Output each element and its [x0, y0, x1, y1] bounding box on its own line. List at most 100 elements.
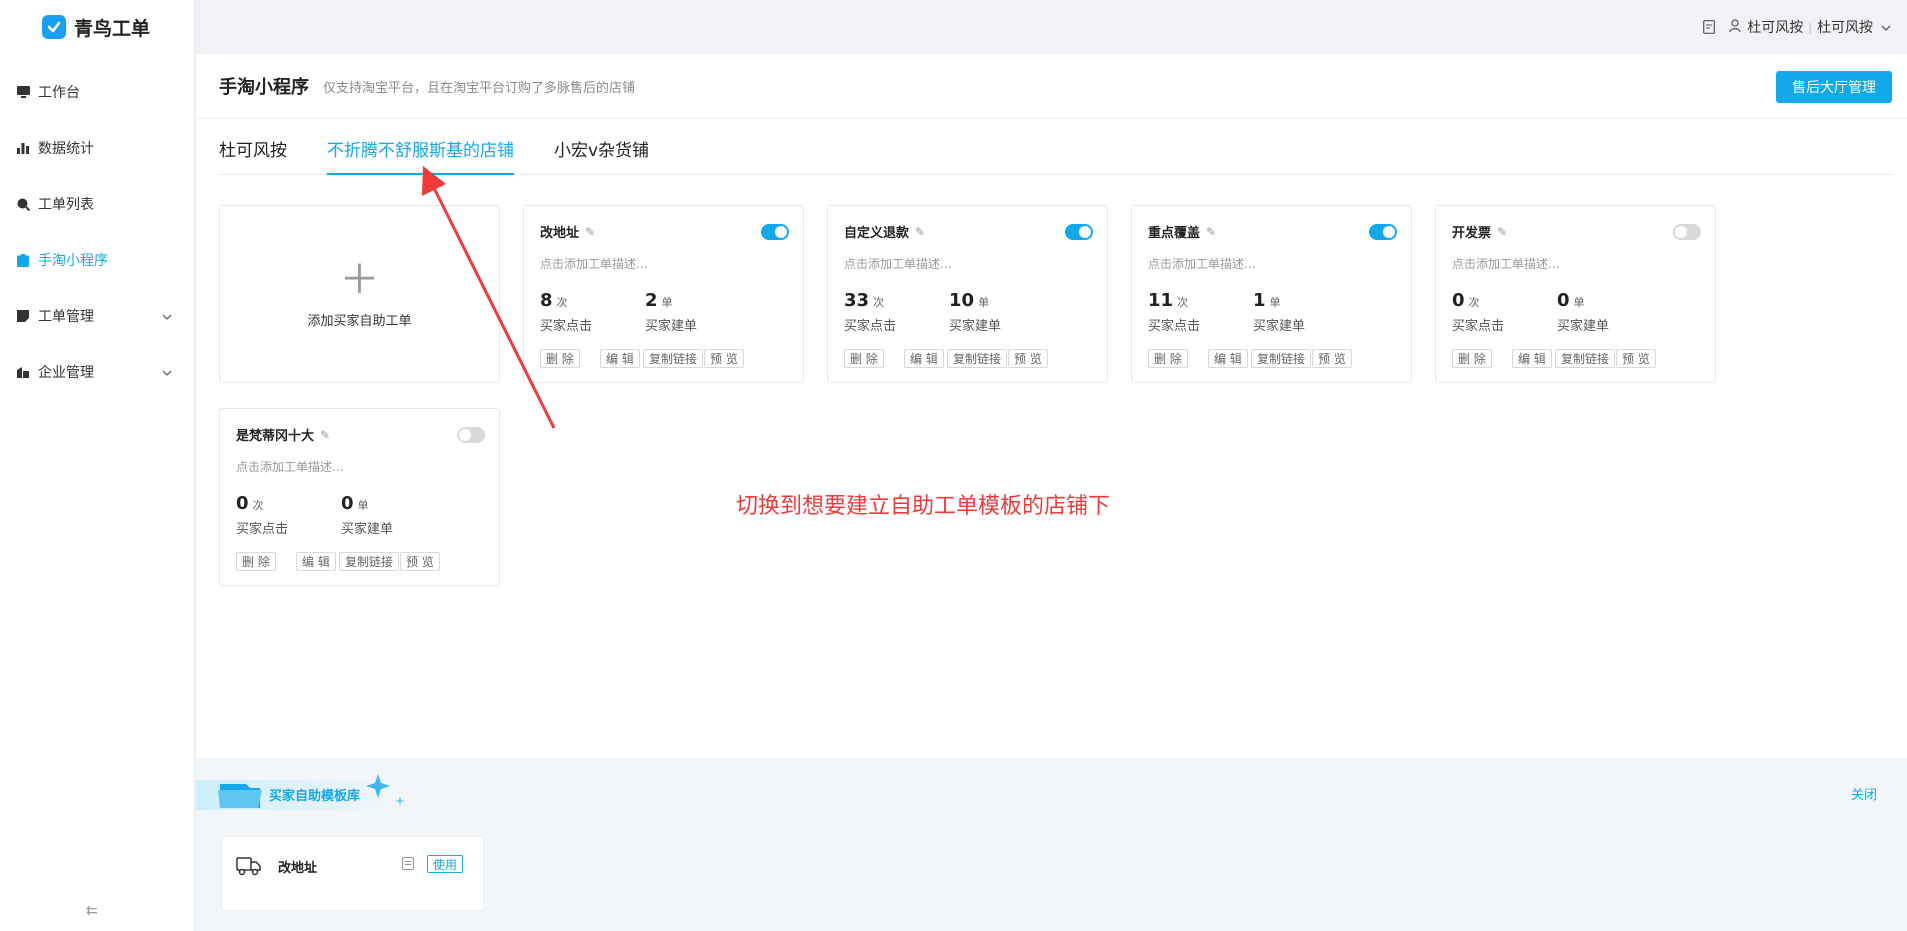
card-description[interactable]: 点击添加工单描述...	[844, 255, 951, 272]
app-name: 青鸟工单	[74, 17, 151, 40]
orders-unit: 单	[661, 296, 673, 309]
store-name: 杜可风按	[1817, 20, 1873, 36]
edit-button[interactable]: 编 辑	[1512, 349, 1552, 368]
tab-store[interactable]: 杜可风按	[219, 136, 287, 174]
sidebar-item-statistics[interactable]: 数据统计	[0, 120, 194, 176]
tab-store[interactable]: 小宏v杂货铺	[554, 136, 649, 174]
delete-button[interactable]: 删 除	[236, 552, 276, 571]
clicks-stat: 33 次买家点击	[844, 290, 896, 334]
clicks-label: 买家点击	[1452, 319, 1505, 334]
edit-pencil-icon[interactable]: ✎	[1206, 225, 1216, 239]
sidebar-item-enterprise-management[interactable]: 企业管理	[0, 344, 194, 400]
preview-button[interactable]: 预 览	[704, 349, 744, 368]
template-detail-icon[interactable]	[402, 857, 414, 874]
template-library-title: 买家自助模板库	[269, 789, 361, 804]
delete-button[interactable]: 删 除	[1148, 349, 1188, 368]
edit-pencil-icon[interactable]: ✎	[320, 428, 330, 442]
add-ticket-card[interactable]: ＋ 添加买家自助工单	[219, 205, 500, 383]
copy-link-button[interactable]: 复制链接	[339, 552, 400, 571]
preview-button[interactable]: 预 览	[1008, 349, 1048, 368]
sidebar: 青鸟工单 工作台 数据统计 工单列表 手淘小程序 工单管理 企业管理 ⇇	[0, 0, 195, 931]
edit-pencil-icon[interactable]: ✎	[915, 225, 925, 239]
document-icon[interactable]	[1703, 20, 1716, 34]
enable-toggle[interactable]	[1065, 224, 1093, 240]
close-library-button[interactable]: 关闭	[1851, 784, 1877, 803]
edit-button[interactable]: 编 辑	[296, 552, 336, 571]
separator: |	[1808, 20, 1812, 34]
user-menu[interactable]: 杜可风按 | 杜可风按	[1729, 17, 1891, 37]
delete-button[interactable]: 删 除	[844, 349, 884, 368]
after-sales-hall-button[interactable]: 售后大厅管理	[1776, 71, 1892, 103]
clicks-unit: 次	[252, 499, 264, 512]
note-icon	[16, 309, 30, 323]
page-header: 手淘小程序 仅支持淘宝平台，且在淘宝平台订购了多脉售后的店铺 售后大厅管理	[196, 54, 1907, 119]
preview-button[interactable]: 预 览	[400, 552, 440, 571]
card-title: 重点覆盖 ✎	[1148, 222, 1216, 242]
clicks-value: 0	[1452, 290, 1465, 311]
orders-label: 买家建单	[1557, 319, 1610, 334]
edit-pencil-icon[interactable]: ✎	[1497, 225, 1507, 239]
clicks-label: 买家点击	[1148, 319, 1201, 334]
clicks-value: 11	[1148, 290, 1174, 311]
card-description[interactable]: 点击添加工单描述...	[540, 255, 647, 272]
copy-link-button[interactable]: 复制链接	[1251, 349, 1312, 368]
copy-link-button[interactable]: 复制链接	[947, 349, 1008, 368]
enable-toggle[interactable]	[457, 427, 485, 443]
app-logo[interactable]: 青鸟工单	[0, 0, 194, 54]
card-title-text: 重点覆盖	[1148, 226, 1201, 241]
chevron-down-icon	[162, 308, 172, 324]
annotation-text: 切换到想要建立自助工单模板的店铺下	[736, 494, 1111, 519]
clicks-value: 33	[844, 290, 870, 311]
edit-button[interactable]: 编 辑	[600, 349, 640, 368]
ticket-card: 是梵蒂冈十大 ✎ 点击添加工单描述... 0 次买家点击 0 单买家建单 删 除 编 …	[219, 408, 500, 586]
edit-button[interactable]: 编 辑	[1208, 349, 1248, 368]
enable-toggle[interactable]	[1673, 224, 1701, 240]
copy-link-button[interactable]: 复制链接	[643, 349, 704, 368]
card-title-text: 是梵蒂冈十大	[236, 429, 315, 444]
edit-pencil-icon[interactable]: ✎	[585, 225, 595, 239]
sidebar-item-workbench[interactable]: 工作台	[0, 64, 194, 120]
orders-unit: 单	[978, 296, 990, 309]
card-actions: 删 除 编 辑 复制链接 预 览	[540, 349, 789, 369]
clicks-stat: 0 次买家点击	[236, 493, 288, 537]
card-description[interactable]: 点击添加工单描述...	[236, 458, 343, 475]
card-title: 自定义退款 ✎	[844, 222, 925, 242]
building-icon	[16, 365, 30, 379]
delete-button[interactable]: 删 除	[540, 349, 580, 368]
use-template-button[interactable]: 使用	[427, 855, 464, 873]
sidebar-nav: 工作台 数据统计 工单列表 手淘小程序 工单管理 企业管理	[0, 64, 194, 400]
orders-label: 买家建单	[645, 319, 698, 334]
sidebar-item-mini-program[interactable]: 手淘小程序	[0, 232, 194, 288]
search-icon	[16, 197, 30, 211]
enable-toggle[interactable]	[761, 224, 789, 240]
sidebar-item-label: 工作台	[38, 85, 80, 101]
preview-button[interactable]: 预 览	[1616, 349, 1656, 368]
card-description[interactable]: 点击添加工单描述...	[1148, 255, 1255, 272]
card-title: 改地址 ✎	[540, 222, 595, 242]
orders-unit: 单	[1573, 296, 1585, 309]
preview-button[interactable]: 预 览	[1312, 349, 1352, 368]
template-name: 改地址	[278, 861, 318, 876]
edit-button[interactable]: 编 辑	[904, 349, 944, 368]
topbar: 杜可风按 | 杜可风按	[196, 0, 1907, 54]
monitor-icon	[16, 85, 30, 99]
store-tabs: 杜可风按 不折腾不舒服斯基的店铺 小宏v杂货铺	[219, 119, 1892, 175]
collapse-sidebar-icon[interactable]: ⇇	[86, 903, 98, 919]
sidebar-item-ticket-list[interactable]: 工单列表	[0, 176, 194, 232]
chevron-down-icon	[162, 364, 172, 380]
card-description[interactable]: 点击添加工单描述...	[1452, 255, 1559, 272]
orders-unit: 单	[1269, 296, 1281, 309]
enable-toggle[interactable]	[1369, 224, 1397, 240]
orders-value: 1	[1253, 290, 1266, 311]
orders-label: 买家建单	[341, 522, 394, 537]
orders-stat: 0 单买家建单	[341, 493, 393, 537]
orders-stat: 10 单买家建单	[949, 290, 1001, 334]
main-panel: 手淘小程序 仅支持淘宝平台，且在淘宝平台订购了多脉售后的店铺 售后大厅管理 杜可…	[196, 54, 1907, 758]
card-title-text: 改地址	[540, 226, 580, 241]
copy-link-button[interactable]: 复制链接	[1555, 349, 1616, 368]
clicks-unit: 次	[556, 296, 568, 309]
tab-store-active[interactable]: 不折腾不舒服斯基的店铺	[327, 136, 514, 175]
sidebar-item-ticket-management[interactable]: 工单管理	[0, 288, 194, 344]
orders-stat: 2 单买家建单	[645, 290, 697, 334]
delete-button[interactable]: 删 除	[1452, 349, 1492, 368]
